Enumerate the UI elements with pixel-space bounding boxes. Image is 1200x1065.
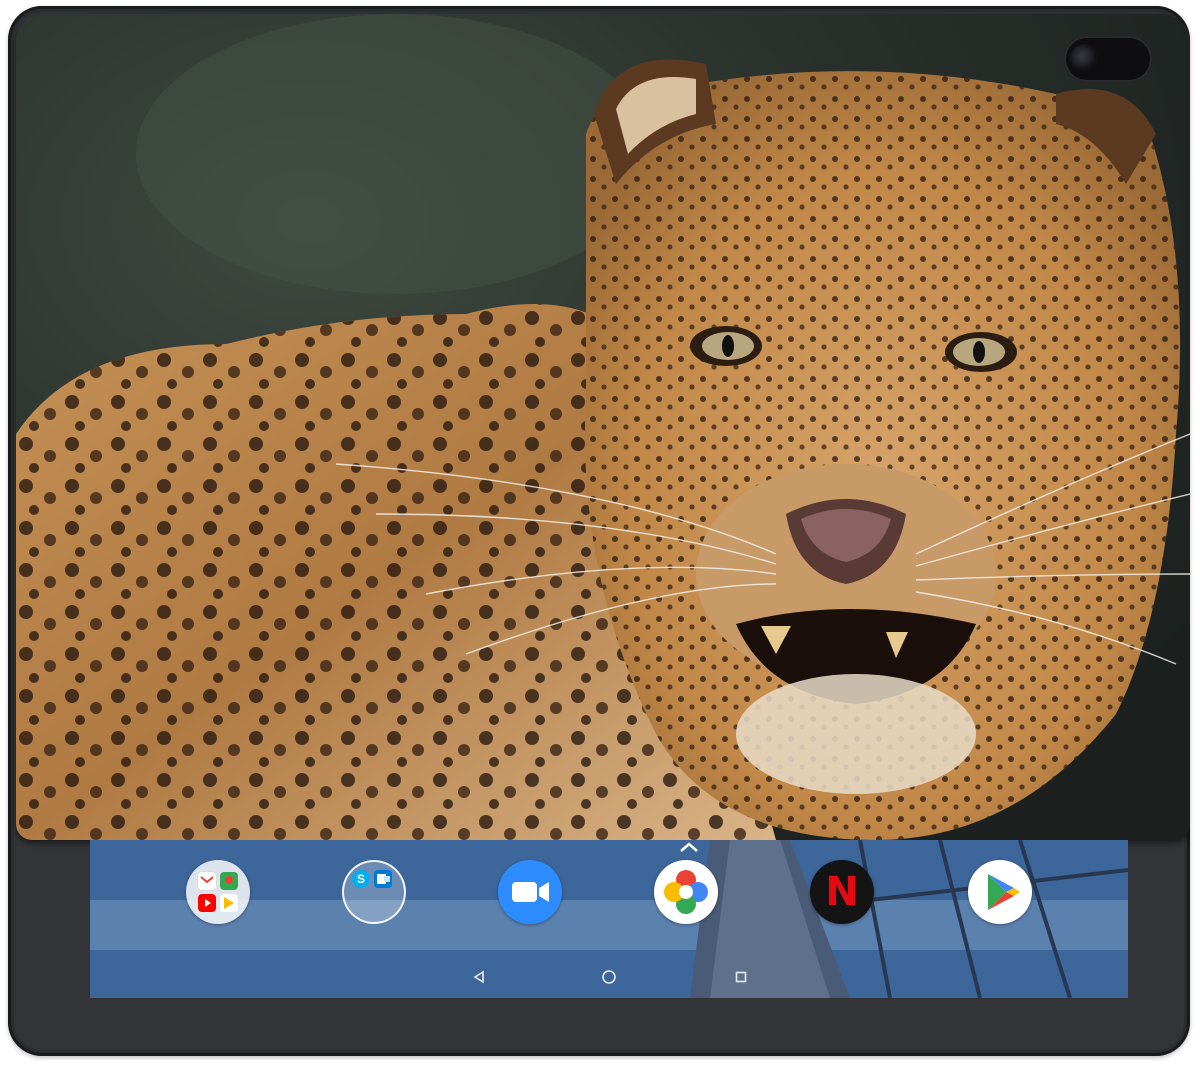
front-camera — [1064, 36, 1152, 82]
back-triangle-icon[interactable] — [464, 962, 494, 992]
google-play-app-icon[interactable] — [968, 860, 1032, 924]
play-store-icon — [988, 874, 1020, 910]
video-camera-icon — [512, 882, 549, 902]
leopard-cover-image — [16, 14, 1190, 840]
tablet-device: S N — [8, 6, 1190, 1056]
skype-outlook-folder-icon[interactable]: S — [342, 860, 406, 924]
pinwheel-icon — [664, 870, 708, 914]
netflix-app-icon[interactable]: N — [810, 860, 874, 924]
navigation-bar — [90, 962, 1128, 992]
leopard-illustration — [16, 14, 1190, 840]
recents-square-icon[interactable] — [726, 962, 756, 992]
google-apps-folder-icon[interactable] — [186, 860, 250, 924]
netflix-icon: N — [825, 869, 859, 915]
home-circle-icon[interactable] — [594, 962, 624, 992]
chevron-up-icon[interactable] — [676, 840, 702, 858]
zoom-app-icon[interactable] — [498, 860, 562, 924]
photos-app-icon[interactable] — [654, 860, 718, 924]
home-screen: S N — [90, 840, 1128, 998]
svg-text:S: S — [357, 872, 365, 886]
